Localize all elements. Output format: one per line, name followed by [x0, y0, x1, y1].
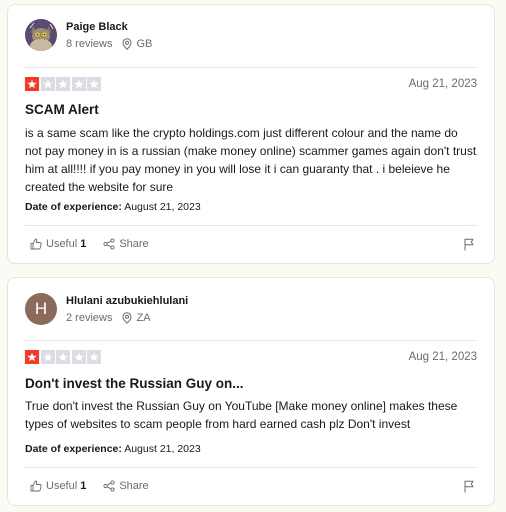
date-of-experience: Date of experience: August 21, 2023 — [25, 201, 201, 213]
share-label: Share — [119, 480, 149, 492]
reviews-count: 8 reviews — [66, 37, 113, 50]
location-pin-icon — [122, 38, 132, 50]
experience-date: August 21, 2023 — [124, 443, 201, 455]
experience-date: August 21, 2023 — [124, 201, 201, 213]
report-button[interactable] — [463, 238, 475, 256]
useful-button[interactable]: Useful 1 — [30, 238, 86, 250]
avatar[interactable] — [25, 19, 57, 51]
reviewer-info[interactable]: H Hlulani azubukiehlulani 2 reviews ZA — [25, 293, 188, 325]
star-icon — [87, 350, 101, 364]
review-body: is a same scam like the crypto holdings.… — [25, 126, 477, 194]
review-card: H Hlulani azubukiehlulani 2 reviews ZA A… — [7, 277, 495, 506]
useful-label: Useful — [46, 480, 78, 492]
reviewer-name[interactable]: Hlulani azubukiehlulani — [66, 294, 188, 308]
experience-label: Date of experience: — [25, 443, 122, 455]
divider — [25, 67, 477, 68]
cat-avatar-image — [25, 19, 57, 51]
flag-icon — [464, 480, 474, 493]
star-icon — [56, 350, 70, 364]
reviewer-country: ZA — [136, 311, 151, 324]
reviewer-info[interactable]: Paige Black 8 reviews GB — [25, 19, 152, 51]
star-icon — [87, 77, 101, 91]
review-body: True don't invest the Russian Guy on You… — [25, 399, 458, 431]
flag-icon — [464, 238, 474, 251]
star-icon — [56, 77, 70, 91]
star-icon — [71, 350, 86, 364]
review-date: Aug 21, 2023 — [408, 351, 477, 363]
share-icon — [103, 238, 115, 250]
star-rating — [25, 77, 103, 91]
avatar[interactable]: H — [25, 293, 57, 325]
share-icon — [103, 480, 115, 492]
thumbs-up-icon — [30, 480, 42, 492]
share-label: Share — [119, 238, 149, 250]
divider — [25, 467, 477, 468]
reviewer-name[interactable]: Paige Black — [66, 20, 152, 34]
divider — [25, 225, 477, 226]
reviews-count: 2 reviews — [66, 311, 113, 324]
experience-label: Date of experience: — [25, 201, 122, 213]
date-of-experience: Date of experience: August 21, 2023 — [25, 443, 201, 455]
star-icon — [71, 77, 86, 91]
star-icon — [40, 77, 55, 91]
star-rating — [25, 350, 103, 364]
review-date: Aug 21, 2023 — [408, 78, 477, 90]
star-icon — [25, 350, 39, 364]
useful-count: 1 — [80, 480, 87, 492]
location-pin-icon — [122, 312, 132, 324]
report-button[interactable] — [463, 480, 475, 498]
share-button[interactable]: Share — [103, 238, 149, 250]
star-icon — [40, 350, 55, 364]
useful-count: 1 — [80, 238, 87, 250]
review-title[interactable]: SCAM Alert — [25, 102, 99, 117]
review-card: Paige Black 8 reviews GB Aug 21, 2023 SC… — [7, 4, 495, 264]
star-icon — [25, 77, 39, 91]
reviewer-country: GB — [136, 37, 153, 50]
useful-label: Useful — [46, 238, 78, 250]
useful-button[interactable]: Useful 1 — [30, 480, 86, 492]
share-button[interactable]: Share — [103, 480, 149, 492]
thumbs-up-icon — [30, 238, 42, 250]
review-title[interactable]: Don't invest the Russian Guy on... — [25, 376, 244, 391]
divider — [25, 340, 477, 341]
